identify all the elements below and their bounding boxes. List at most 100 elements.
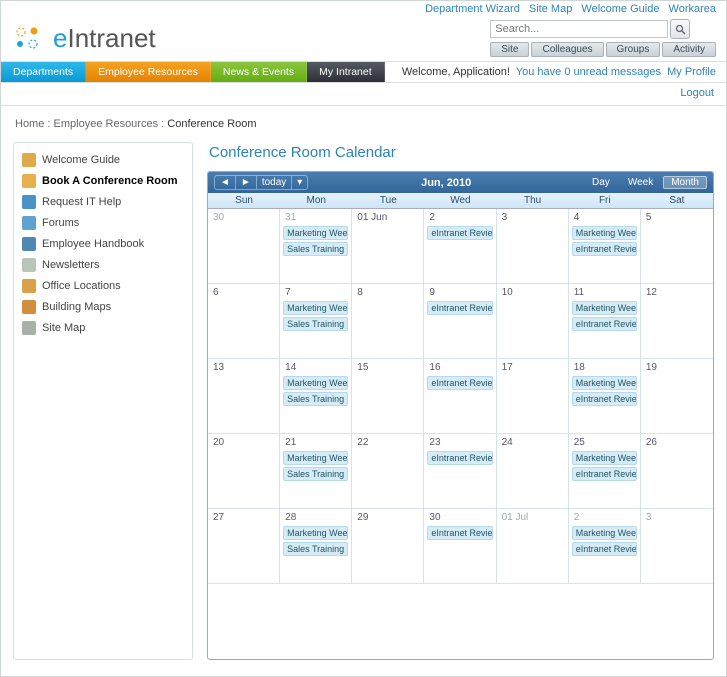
link-workarea[interactable]: Workarea xyxy=(669,3,716,15)
sidebar-item[interactable]: Request IT Help xyxy=(18,191,188,212)
calendar-event[interactable]: Marketing Weekly xyxy=(572,451,637,465)
calendar-cell[interactable]: 01 Jul xyxy=(497,509,569,584)
calendar-cell[interactable]: 23eIntranet Review xyxy=(424,434,496,509)
calendar-event[interactable]: Sales Training xyxy=(283,467,348,481)
calendar-event[interactable]: Sales Training xyxy=(283,392,348,406)
logout-link[interactable]: Logout xyxy=(680,87,714,99)
calendar-event[interactable]: eIntranet Review xyxy=(427,376,492,390)
cal-next-button[interactable]: ► xyxy=(235,176,256,189)
calendar-cell[interactable]: 27 xyxy=(208,509,280,584)
calendar-event[interactable]: eIntranet Review xyxy=(427,226,492,240)
day-number: 26 xyxy=(644,436,710,449)
calendar-cell[interactable]: 30 xyxy=(208,209,280,284)
calendar-event[interactable]: Marketing Weekly xyxy=(572,301,637,315)
search-input[interactable] xyxy=(490,20,668,38)
sidebar-item[interactable]: Welcome Guide xyxy=(18,149,188,170)
link-site-map[interactable]: Site Map xyxy=(529,3,572,15)
calendar-cell[interactable]: 26 xyxy=(641,434,713,509)
calendar-cell[interactable]: 9eIntranet Review xyxy=(424,284,496,359)
crumb-home[interactable]: Home xyxy=(15,118,44,130)
crumb-section[interactable]: Employee Resources xyxy=(54,118,159,130)
sidebar-item[interactable]: Newsletters xyxy=(18,254,188,275)
calendar-cell[interactable]: 2eIntranet Review xyxy=(424,209,496,284)
calendar-cell[interactable]: 7Marketing WeeklySales Training xyxy=(280,284,352,359)
view-week-button[interactable]: Week xyxy=(620,176,661,189)
logo-icon xyxy=(11,24,47,52)
calendar-cell[interactable]: 14Marketing WeeklySales Training xyxy=(280,359,352,434)
calendar-cell[interactable]: 13 xyxy=(208,359,280,434)
calendar-event[interactable]: eIntranet Review xyxy=(572,467,637,481)
calendar-cell[interactable]: 17 xyxy=(497,359,569,434)
calendar-cell[interactable]: 25Marketing WeeklyeIntranet Review xyxy=(569,434,641,509)
calendar-cell[interactable]: 8 xyxy=(352,284,424,359)
search-tab-activity[interactable]: Activity xyxy=(662,42,716,57)
calendar-event[interactable]: Marketing Weekly xyxy=(283,376,348,390)
sidebar-item[interactable]: Site Map xyxy=(18,317,188,338)
calendar-cell[interactable]: 24 xyxy=(497,434,569,509)
sidebar-item-icon xyxy=(22,258,36,272)
calendar-event[interactable]: eIntranet Review xyxy=(572,392,637,406)
calendar-cell[interactable]: 18Marketing WeeklyeIntranet Review xyxy=(569,359,641,434)
sidebar-item-icon xyxy=(22,237,36,251)
calendar-event[interactable]: Marketing Weekly xyxy=(283,526,348,540)
calendar-cell[interactable]: 4Marketing WeeklyeIntranet Review xyxy=(569,209,641,284)
nav-departments[interactable]: Departments xyxy=(1,62,86,82)
link-welcome-guide[interactable]: Welcome Guide xyxy=(581,3,659,15)
sidebar-item[interactable]: Building Maps xyxy=(18,296,188,317)
calendar-cell[interactable]: 30eIntranet Review xyxy=(424,509,496,584)
calendar-cell[interactable]: 10 xyxy=(497,284,569,359)
calendar-cell[interactable]: 3 xyxy=(497,209,569,284)
calendar-cell[interactable]: 19 xyxy=(641,359,713,434)
view-month-button[interactable]: Month xyxy=(663,176,707,189)
calendar-event[interactable]: eIntranet Review xyxy=(427,301,492,315)
my-profile-link[interactable]: My Profile xyxy=(667,66,716,78)
calendar-cell[interactable]: 16eIntranet Review xyxy=(424,359,496,434)
calendar-cell[interactable]: 5 xyxy=(641,209,713,284)
calendar-event[interactable]: eIntranet Review xyxy=(572,242,637,256)
view-day-button[interactable]: Day xyxy=(584,176,618,189)
calendar-cell[interactable]: 2Marketing WeeklyeIntranet Review xyxy=(569,509,641,584)
search-tab-groups[interactable]: Groups xyxy=(606,42,661,57)
nav-my-intranet[interactable]: My Intranet xyxy=(307,62,385,82)
cal-today-dropdown[interactable]: ▾ xyxy=(291,176,307,189)
nav-news-events[interactable]: News & Events xyxy=(211,62,307,82)
calendar-event[interactable]: Marketing Weekly xyxy=(572,226,637,240)
link-dept-wizard[interactable]: Department Wizard xyxy=(425,3,520,15)
cal-today-button[interactable]: today xyxy=(256,176,291,189)
calendar-event[interactable]: Marketing Weekly xyxy=(283,226,348,240)
calendar-cell[interactable]: 11Marketing WeeklyeIntranet Review xyxy=(569,284,641,359)
sidebar-item[interactable]: Forums xyxy=(18,212,188,233)
calendar-event[interactable]: Sales Training xyxy=(283,317,348,331)
calendar-event[interactable]: Marketing Weekly xyxy=(572,376,637,390)
calendar-cell[interactable]: 28Marketing WeeklySales Training xyxy=(280,509,352,584)
sidebar-item[interactable]: Office Locations xyxy=(18,275,188,296)
calendar-event[interactable]: Marketing Weekly xyxy=(572,526,637,540)
calendar-cell[interactable]: 20 xyxy=(208,434,280,509)
search-go-button[interactable] xyxy=(670,19,690,39)
day-number: 30 xyxy=(211,211,276,224)
calendar-cell[interactable]: 15 xyxy=(352,359,424,434)
cal-prev-button[interactable]: ◄ xyxy=(215,176,235,189)
calendar-event[interactable]: eIntranet Review xyxy=(572,542,637,556)
calendar-event[interactable]: eIntranet Review xyxy=(427,526,492,540)
calendar-cell[interactable]: 12 xyxy=(641,284,713,359)
unread-messages-link[interactable]: You have 0 unread messages xyxy=(516,66,661,78)
calendar-cell[interactable]: 3 xyxy=(641,509,713,584)
calendar-cell[interactable]: 6 xyxy=(208,284,280,359)
search-tab-colleagues[interactable]: Colleagues xyxy=(531,42,603,57)
calendar-cell[interactable]: 29 xyxy=(352,509,424,584)
calendar-event[interactable]: Sales Training xyxy=(283,242,348,256)
calendar-cell[interactable]: 31Marketing WeeklySales Training xyxy=(280,209,352,284)
calendar-cell[interactable]: 22 xyxy=(352,434,424,509)
calendar-event[interactable]: Marketing Weekly xyxy=(283,451,348,465)
calendar-cell[interactable]: 21Marketing WeeklySales Training xyxy=(280,434,352,509)
nav-employee-resources[interactable]: Employee Resources xyxy=(86,62,211,82)
calendar-event[interactable]: Marketing Weekly xyxy=(283,301,348,315)
sidebar-item[interactable]: Book A Conference Room xyxy=(18,170,188,191)
calendar-event[interactable]: eIntranet Review xyxy=(427,451,492,465)
calendar-cell[interactable]: 01 Jun xyxy=(352,209,424,284)
sidebar-item[interactable]: Employee Handbook xyxy=(18,233,188,254)
calendar-event[interactable]: eIntranet Review xyxy=(572,317,637,331)
calendar-event[interactable]: Sales Training xyxy=(283,542,348,556)
search-tab-site[interactable]: Site xyxy=(490,42,529,57)
